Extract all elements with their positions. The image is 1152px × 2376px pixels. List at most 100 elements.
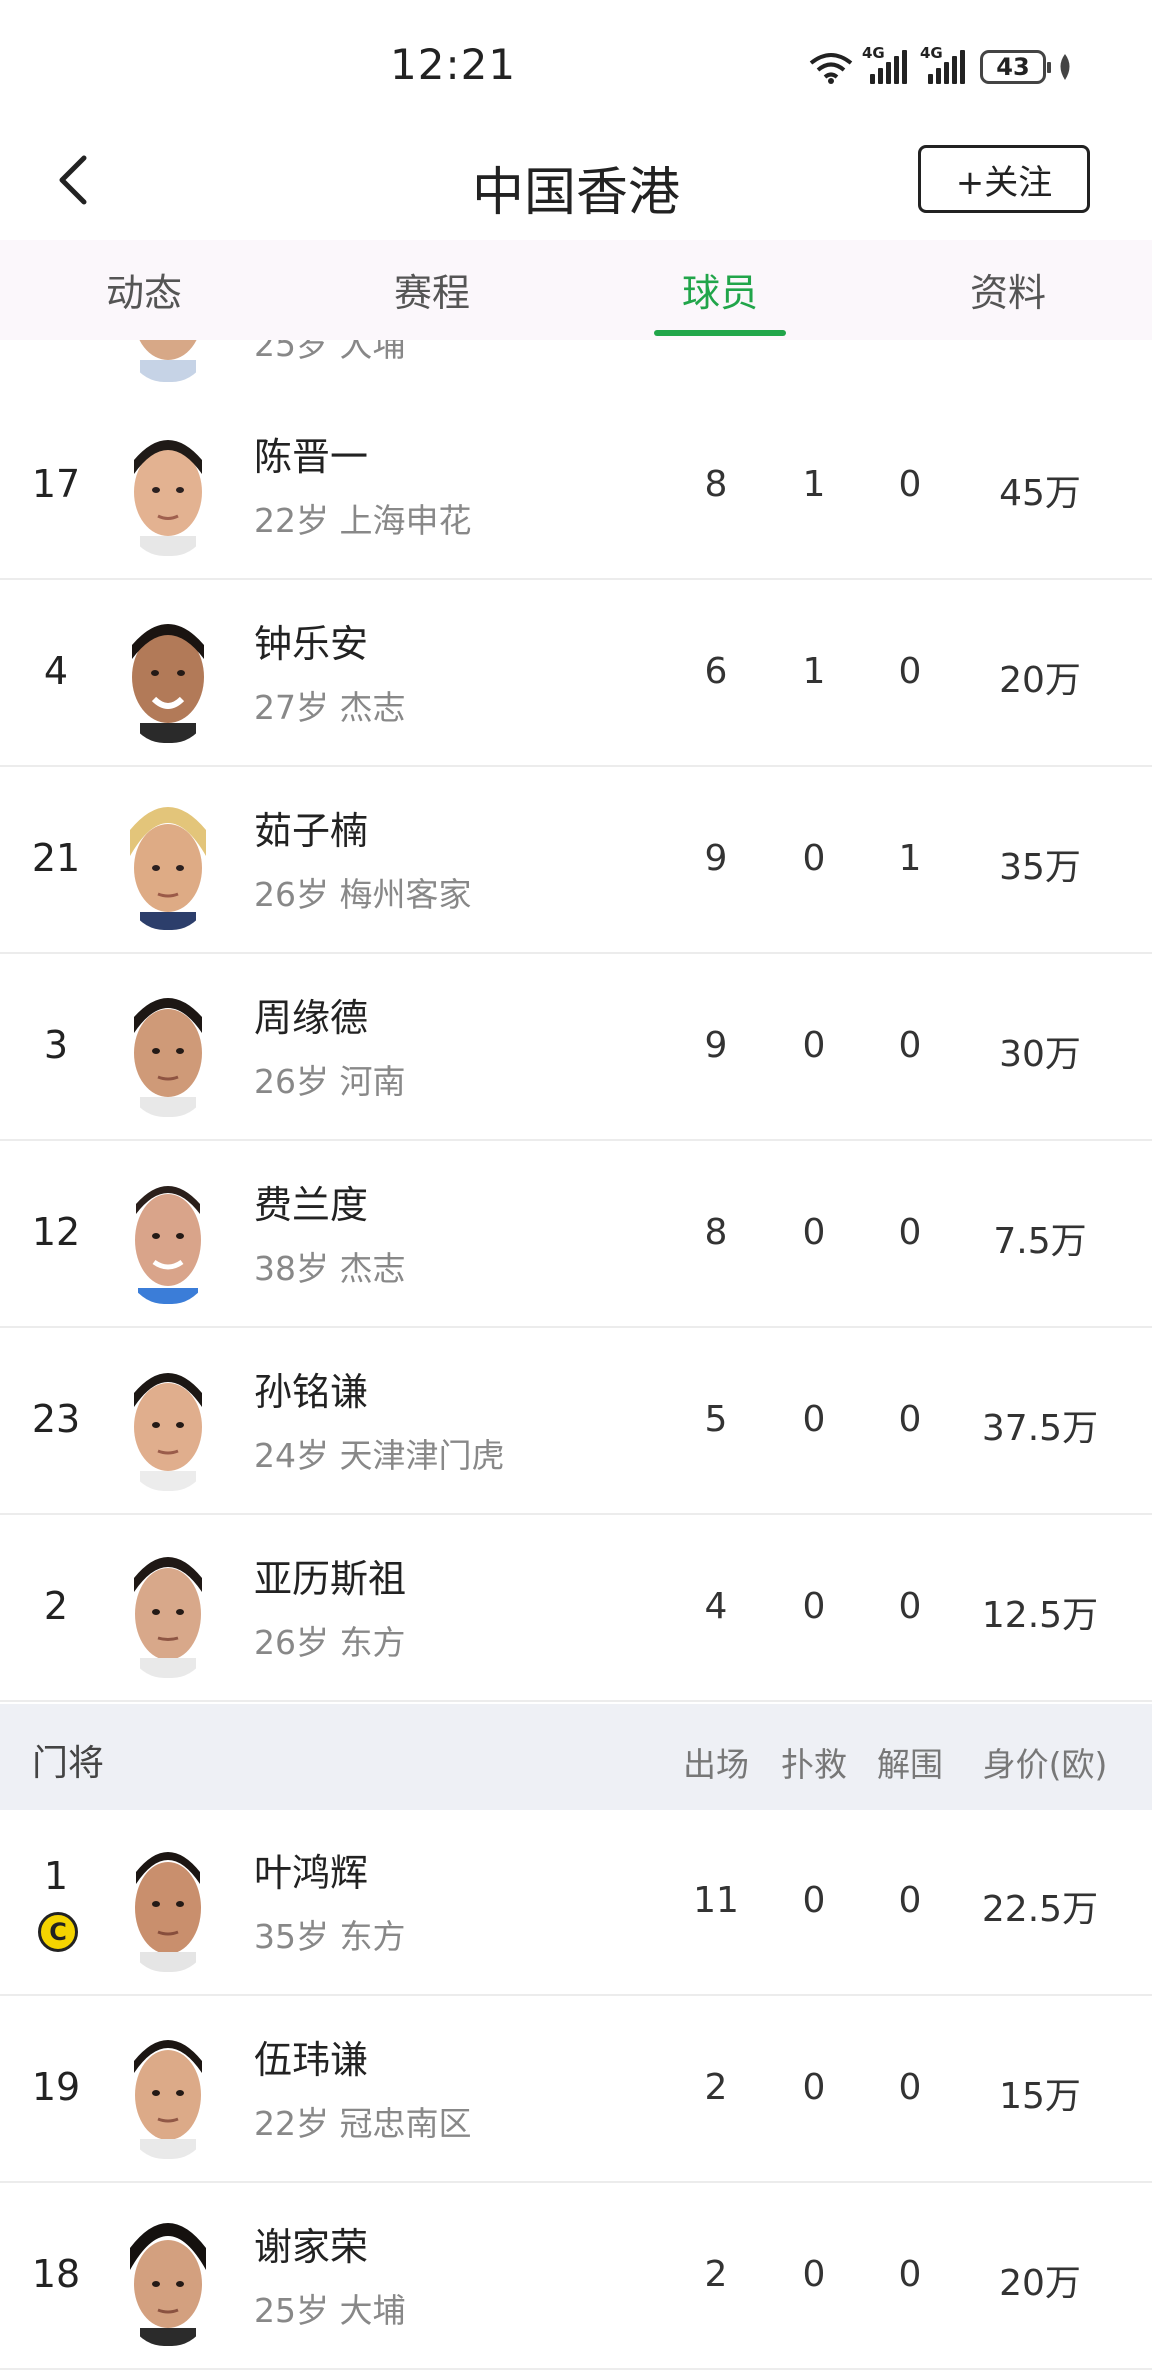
player-row[interactable]: 18 谢家荣 25岁 大埔 2 0 0 20万 xyxy=(0,2184,1152,2370)
column-clearances: 解围 xyxy=(877,1745,943,1784)
player-row[interactable]: 19 伍玮谦 22岁 冠忠南区 2 0 0 15万 xyxy=(0,1997,1152,2183)
saves-value: 0 xyxy=(802,1880,826,1921)
player-name: 钟乐安 xyxy=(254,622,369,666)
stat-2-value: 0 xyxy=(802,1025,826,1066)
player-row[interactable]: 3 周缘德 26岁 河南 9 0 0 30万 xyxy=(0,955,1152,1141)
tab-schedule[interactable]: 赛程 xyxy=(288,240,576,340)
status-icons: 4G 4G 43 xyxy=(808,44,1074,88)
page-header: 中国香港 +关注 xyxy=(0,120,1152,240)
player-row[interactable]: 17 陈晋一 22岁 上海申花 8 1 0 45万 xyxy=(0,394,1152,580)
stat-3-value: 0 xyxy=(898,1025,922,1066)
cellular-signal-icon: 4G xyxy=(920,44,970,84)
battery-icon: 43 xyxy=(980,50,1051,84)
stat-2-value: 0 xyxy=(802,1212,826,1253)
stat-2-value: 0 xyxy=(802,838,826,879)
player-avatar xyxy=(118,1832,218,1972)
market-value: 45万 xyxy=(999,473,1081,514)
cellular-signal-icon: 4G xyxy=(862,44,912,84)
player-meta: 22岁 冠忠南区 xyxy=(254,2104,472,2143)
section-label: 门将 xyxy=(32,1743,105,1784)
appearances-value: 4 xyxy=(704,1586,728,1627)
tab-news[interactable]: 动态 xyxy=(0,240,288,340)
market-value: 37.5万 xyxy=(981,1408,1099,1449)
market-value: 30万 xyxy=(999,1034,1081,1075)
player-avatar xyxy=(118,340,218,382)
captain-badge-icon: C xyxy=(38,1912,78,1952)
wifi-icon xyxy=(809,53,853,84)
appearances-value: 6 xyxy=(704,651,728,692)
player-row[interactable]: 4 钟乐安 27岁 杰志 6 1 0 20万 xyxy=(0,581,1152,767)
player-row[interactable]: 23 孙铭谦 24岁 天津津门虎 5 0 0 37.5万 xyxy=(0,1329,1152,1515)
player-meta: 24岁 天津津门虎 xyxy=(254,1436,505,1475)
player-meta: 25岁 大埔 xyxy=(254,340,406,364)
tab-bar: 动态 赛程 球员 资料 xyxy=(0,240,1152,340)
stat-2-value: 1 xyxy=(802,464,826,505)
market-value: 15万 xyxy=(999,2076,1081,2117)
market-value: 22.5万 xyxy=(981,1889,1099,1930)
player-meta: 25岁 大埔 xyxy=(254,2291,406,2330)
market-value: 20万 xyxy=(999,2263,1081,2304)
player-avatar xyxy=(118,1164,218,1304)
player-name: 叶鸿辉 xyxy=(254,1851,369,1895)
player-name: 陈晋一 xyxy=(254,435,369,479)
player-row[interactable]: 21 茹子楠 26岁 梅州客家 9 0 1 35万 xyxy=(0,768,1152,954)
player-meta: 26岁 梅州客家 xyxy=(254,875,472,914)
stat-3-value: 0 xyxy=(898,1212,922,1253)
clearances-value: 0 xyxy=(898,1880,922,1921)
player-number: 17 xyxy=(31,462,81,506)
appearances-value: 8 xyxy=(704,464,728,505)
stat-2-value: 0 xyxy=(802,1399,826,1440)
column-market-value: 身价(欧) xyxy=(982,1745,1108,1784)
leaf-icon xyxy=(1060,54,1070,80)
market-value: 12.5万 xyxy=(981,1595,1099,1636)
player-row[interactable]: 2 亚历斯祖 26岁 东方 4 0 0 12.5万 xyxy=(0,1516,1152,1702)
player-number: 21 xyxy=(31,836,81,880)
player-row[interactable]: 12 费兰度 38岁 杰志 8 0 0 7.5万 xyxy=(0,1142,1152,1328)
appearances-value: 11 xyxy=(693,1880,739,1921)
player-meta: 26岁 东方 xyxy=(254,1623,406,1662)
player-list: 25岁 大埔 17 陈晋一 22岁 上海申花 8 1 0 45万 4 钟乐安 2… xyxy=(0,340,1152,2376)
saves-value: 0 xyxy=(802,2254,826,2295)
player-meta: 27岁 杰志 xyxy=(254,688,406,727)
player-number: 12 xyxy=(31,1210,81,1254)
stat-3-value: 0 xyxy=(898,1586,922,1627)
status-bar: 12:21 4G 4G 43 xyxy=(0,0,1152,120)
player-name: 茹子楠 xyxy=(254,809,369,853)
stat-3-value: 0 xyxy=(898,651,922,692)
tab-players[interactable]: 球员 xyxy=(576,240,864,340)
player-meta: 22岁 上海申花 xyxy=(254,501,472,540)
column-saves: 扑救 xyxy=(781,1745,847,1784)
stat-3-value: 0 xyxy=(898,464,922,505)
player-avatar xyxy=(118,1351,218,1491)
player-avatar xyxy=(118,603,218,743)
appearances-value: 9 xyxy=(704,1025,728,1066)
stat-2-value: 0 xyxy=(802,1586,826,1627)
player-avatar xyxy=(118,1538,218,1678)
goalkeeper-section-header: 门将 出场 扑救 解围 身价(欧) xyxy=(0,1704,1152,1810)
follow-button[interactable]: +关注 xyxy=(918,145,1090,213)
network-type-label: 4G xyxy=(862,44,885,62)
market-value: 7.5万 xyxy=(993,1221,1087,1262)
stat-2-value: 1 xyxy=(802,651,826,692)
player-avatar xyxy=(118,2019,218,2159)
player-meta: 35岁 东方 xyxy=(254,1917,406,1956)
player-name: 孙铭谦 xyxy=(254,1370,369,1414)
player-avatar xyxy=(118,977,218,1117)
player-name: 谢家荣 xyxy=(254,2225,369,2269)
player-meta: 38岁 杰志 xyxy=(254,1249,406,1288)
player-avatar xyxy=(118,2206,218,2346)
tab-info[interactable]: 资料 xyxy=(864,240,1152,340)
appearances-value: 2 xyxy=(704,2067,728,2108)
player-number: 23 xyxy=(31,1397,81,1441)
player-number: 2 xyxy=(43,1584,69,1628)
player-number: 4 xyxy=(43,649,69,693)
clearances-value: 0 xyxy=(898,2067,922,2108)
player-row[interactable]: 1 C 叶鸿辉 35岁 东方 11 0 0 22.5万 xyxy=(0,1810,1152,1996)
player-name: 费兰度 xyxy=(254,1183,369,1227)
clearances-value: 0 xyxy=(898,2254,922,2295)
player-avatar xyxy=(118,790,218,930)
player-avatar xyxy=(118,416,218,556)
player-name: 伍玮谦 xyxy=(254,2038,369,2082)
appearances-value: 9 xyxy=(704,838,728,879)
status-time: 12:21 xyxy=(390,40,517,89)
